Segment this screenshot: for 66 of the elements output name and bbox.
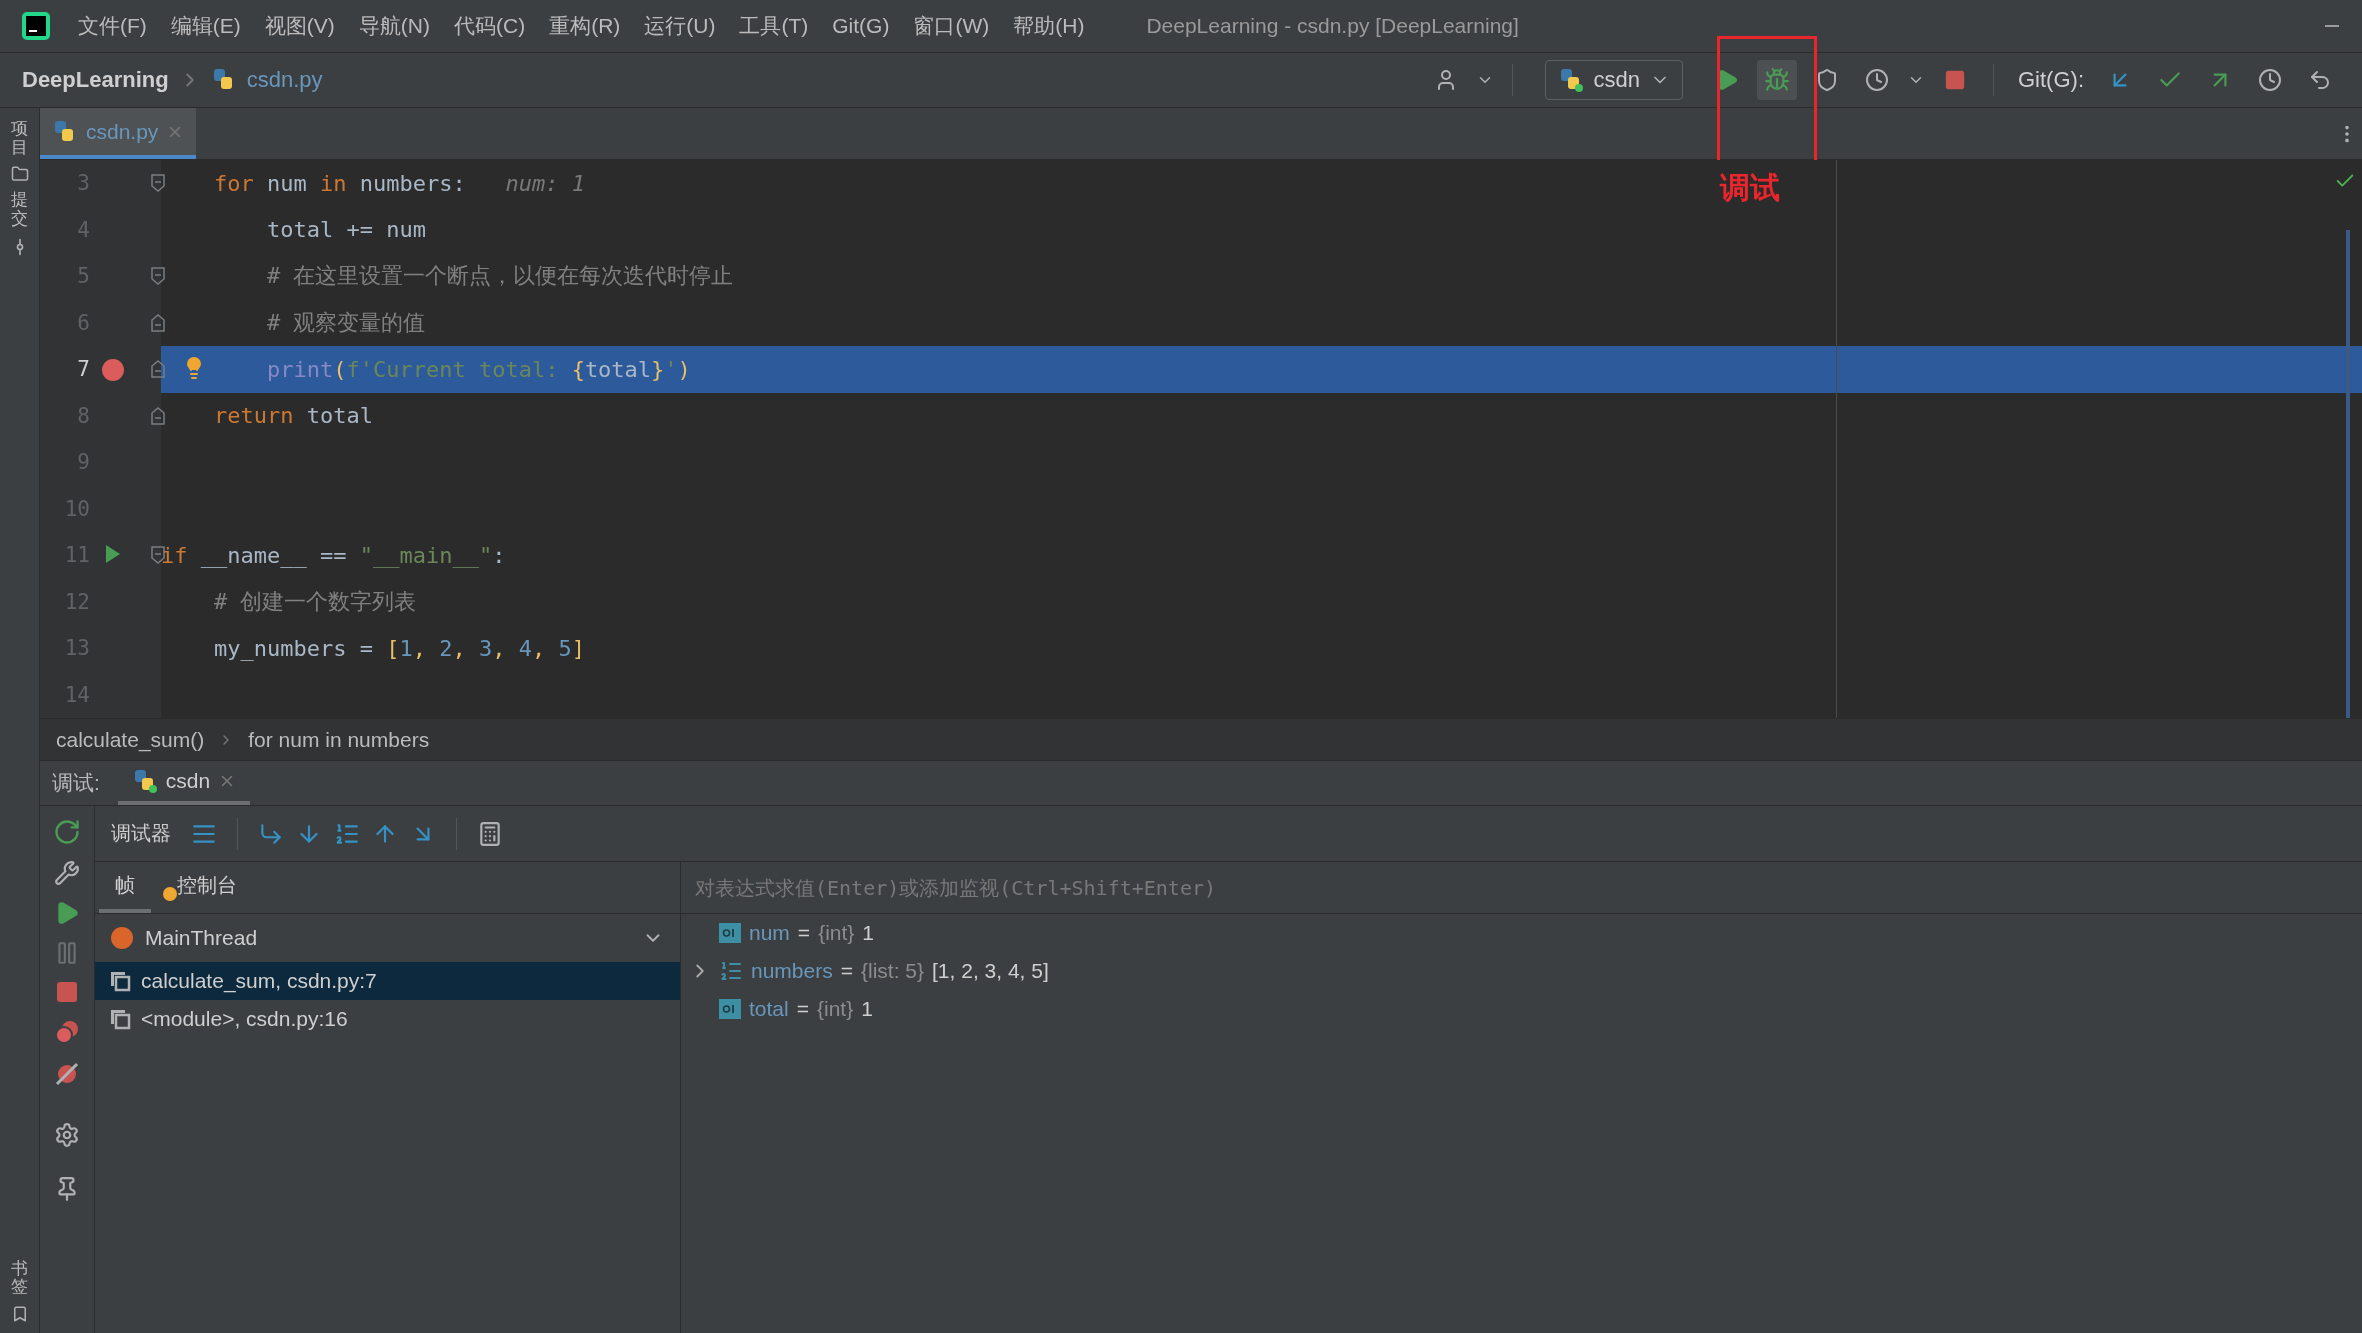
variable-row[interactable]: numbers = {list: 5} [1, 2, 3, 4, 5] [681, 952, 2362, 990]
annotation-label: 调试 [1720, 170, 1780, 206]
fold-marker-icon[interactable] [150, 173, 166, 193]
window-title: DeepLearning - csdn.py [DeepLearning] [1146, 14, 1519, 38]
stack-frame[interactable]: <module>, csdn.py:16 [95, 1000, 680, 1038]
code-line: total += num [266, 217, 426, 243]
stop-icon[interactable] [55, 980, 79, 1004]
breakpoint-icon[interactable] [102, 359, 124, 381]
folder-icon[interactable] [10, 165, 29, 184]
fold-marker-icon[interactable] [150, 405, 166, 426]
tool-window-label[interactable]: 书签 [11, 1259, 28, 1297]
breadcrumb-item[interactable]: calculate_sum() [56, 727, 205, 752]
menu-item[interactable]: 运行(U) [632, 12, 728, 40]
fold-marker-icon[interactable] [150, 266, 166, 286]
debugger-tab[interactable]: 调试器 [111, 820, 171, 847]
run-gutter-icon[interactable] [104, 543, 122, 565]
fold-marker-icon[interactable] [150, 359, 166, 379]
tool-window-label[interactable]: 提交 [11, 191, 28, 229]
wrench-icon[interactable] [54, 860, 80, 886]
menu-item[interactable]: 视图(V) [252, 12, 347, 40]
fold-marker-icon[interactable] [150, 312, 166, 333]
breadcrumb-item[interactable]: csdn.py [246, 67, 323, 93]
menu-item[interactable]: 编辑(E) [158, 12, 253, 40]
settings-icon[interactable] [54, 1122, 80, 1148]
debug-tab[interactable]: csdn [117, 761, 251, 805]
mute-breakpoints-icon[interactable] [53, 1060, 81, 1088]
menu-item[interactable]: Git(G) [820, 14, 902, 38]
run-config-dropdown[interactable]: csdn [1544, 60, 1683, 100]
stack-frame[interactable]: calculate_sum, csdn.py:7 [95, 962, 680, 1000]
breadcrumb-item[interactable]: for num in numbers [248, 727, 430, 752]
variable-row[interactable]: num = {int} 1 [681, 914, 2362, 952]
app-logo-icon [20, 10, 52, 42]
variable-row[interactable]: total = {int} 1 [681, 990, 2362, 1028]
code-line: my_numbers = [1, 2, 3, 4, 5] [214, 635, 585, 661]
line-number: 7 [76, 357, 90, 382]
tool-window-label[interactable]: 项目 [11, 120, 28, 158]
code-line: # 观察变量的值 [266, 308, 426, 337]
menu-item[interactable]: 窗口(W) [901, 12, 1002, 40]
breadcrumb-item[interactable]: DeepLearning [22, 67, 169, 93]
menu-item[interactable]: 导航(N) [346, 12, 442, 40]
list-icon [719, 959, 743, 983]
code-line: for num in numbers: num: 1 [214, 170, 585, 196]
code-line: # 创建一个数字列表 [214, 587, 417, 616]
rerun-icon[interactable] [53, 818, 81, 846]
menu-item[interactable]: 文件(F) [66, 12, 159, 40]
frame-icon [109, 1008, 131, 1030]
menu-item[interactable]: 工具(T) [727, 12, 821, 40]
thread-status-icon [111, 927, 133, 949]
int-icon [719, 923, 741, 943]
evaluate-icon[interactable] [477, 820, 503, 847]
menu-item[interactable]: 代码(C) [442, 12, 538, 40]
code-line: return total [214, 403, 373, 429]
debug-icon[interactable] [1757, 60, 1797, 100]
int-icon [719, 999, 741, 1019]
panel-title: 调试: [52, 770, 100, 796]
menu-item[interactable]: 重构(R) [537, 12, 633, 40]
status-badge-icon [163, 887, 177, 901]
code-line: print(f'Current total: {total}') [266, 356, 691, 382]
thread-dropdown[interactable]: MainThread [95, 914, 680, 962]
frame-icon [109, 970, 131, 992]
code-line: # 在这里设置一个断点，以便在每次迭代时停止 [266, 262, 734, 291]
panel-tab[interactable]: 帧 [99, 862, 151, 913]
git-label: Git(G): [2018, 67, 2084, 93]
code-line: if __name__ == "__main__": [161, 542, 506, 568]
menu-item[interactable]: 帮助(H) [1001, 12, 1097, 40]
panel-tab[interactable]: 控制台 [161, 862, 253, 913]
